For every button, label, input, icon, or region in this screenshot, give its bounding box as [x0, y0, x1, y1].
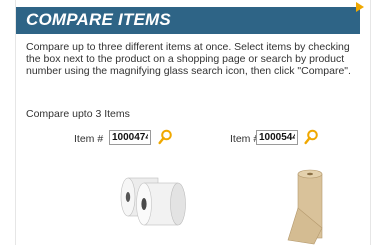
compare-header: COMPARE ITEMS: [16, 7, 360, 34]
page-title: COMPARE ITEMS: [26, 10, 171, 29]
item-2-number-input[interactable]: [256, 130, 298, 145]
item-1-number-input[interactable]: [109, 130, 151, 145]
item-2-search-icon[interactable]: [303, 129, 319, 145]
item-2-label: Item #: [230, 133, 260, 145]
brown-paper-towel-roll-image: [287, 169, 323, 245]
compare-limit-label: Compare upto 3 Items: [26, 108, 130, 120]
item-1-label: Item #: [74, 133, 104, 145]
compare-items-panel: COMPARE ITEMS Compare up to three differ…: [15, 0, 371, 245]
header-corner-accent: [356, 2, 364, 12]
white-paper-towel-rolls-image: [120, 177, 186, 226]
item-1-search-icon[interactable]: [157, 129, 173, 145]
compare-description: Compare up to three different items at o…: [26, 41, 351, 77]
